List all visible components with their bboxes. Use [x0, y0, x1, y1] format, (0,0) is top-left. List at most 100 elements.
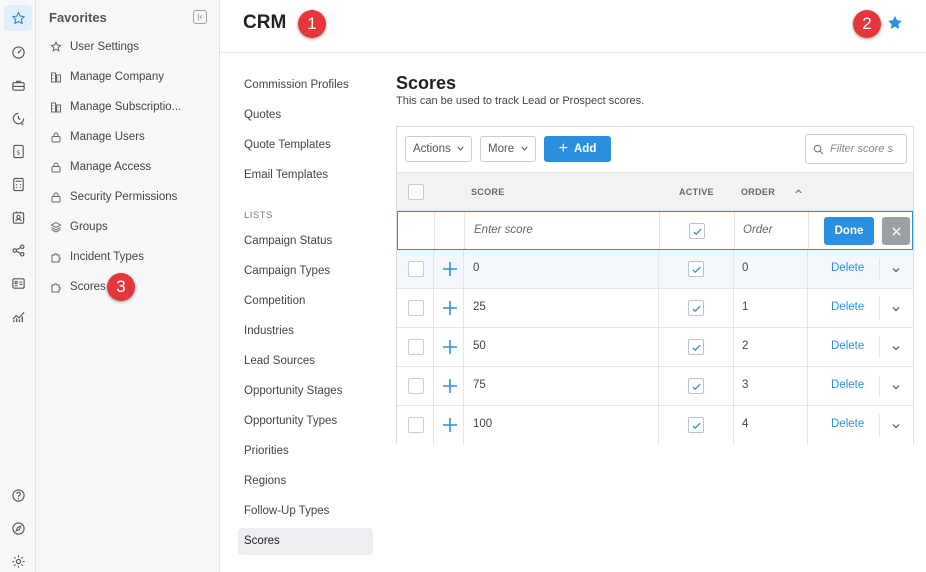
nav-regions[interactable]: Regions	[244, 474, 286, 488]
id-card-icon[interactable]	[4, 270, 32, 296]
row-checkbox[interactable]	[408, 378, 424, 394]
row-checkbox[interactable]	[408, 300, 424, 316]
table-row[interactable]: 75 3 Delete	[397, 367, 913, 406]
help-icon[interactable]	[4, 482, 32, 508]
col-order[interactable]: ORDER	[741, 187, 775, 197]
drag-handle-icon[interactable]	[442, 417, 458, 433]
drag-handle-icon[interactable]	[442, 261, 458, 277]
fav-item-incident-types[interactable]: Incident Types	[50, 247, 144, 267]
order-input[interactable]: Order	[743, 224, 772, 236]
active-checkbox[interactable]	[688, 378, 704, 394]
nav-lead-sources[interactable]: Lead Sources	[244, 354, 315, 368]
fav-item-security-permissions[interactable]: Security Permissions	[50, 187, 177, 207]
nav-email-templates[interactable]: Email Templates	[244, 168, 328, 182]
select-all-checkbox[interactable]	[408, 184, 424, 200]
done-button[interactable]: Done	[824, 217, 874, 245]
active-checkbox[interactable]	[689, 223, 705, 239]
contact-card-icon[interactable]	[4, 204, 32, 230]
row-checkbox[interactable]	[408, 417, 424, 433]
table-row[interactable]: 25 1 Delete	[397, 289, 913, 328]
nav-campaign-types[interactable]: Campaign Types	[244, 264, 330, 278]
filter-input[interactable]: Filter score s	[805, 134, 907, 164]
fav-item-label: Manage Users	[70, 131, 145, 143]
content-subtitle: This can be used to track Lead or Prospe…	[396, 95, 645, 107]
calculator-icon[interactable]	[4, 171, 32, 197]
active-checkbox[interactable]	[688, 339, 704, 355]
fav-item-user-settings[interactable]: User Settings	[50, 37, 139, 57]
cancel-button[interactable]	[882, 217, 910, 245]
fav-item-groups[interactable]: Groups	[50, 217, 108, 237]
compass-icon[interactable]	[4, 515, 32, 541]
drag-handle-icon[interactable]	[442, 339, 458, 355]
invoice-icon[interactable]: $	[4, 138, 32, 164]
puzzle-icon	[50, 281, 62, 293]
order-cell: 2	[742, 340, 749, 352]
chevron-down-icon[interactable]	[891, 343, 901, 353]
chevron-down-icon[interactable]	[891, 382, 901, 392]
delete-link[interactable]: Delete	[831, 301, 864, 313]
col-score[interactable]: SCORE	[471, 187, 505, 197]
delete-link[interactable]: Delete	[831, 340, 864, 352]
nav-follow-up-types[interactable]: Follow-Up Types	[244, 504, 329, 518]
settings-gear-icon[interactable]	[4, 548, 32, 572]
nav-opportunity-types[interactable]: Opportunity Types	[244, 414, 337, 428]
row-checkbox[interactable]	[408, 339, 424, 355]
delete-link[interactable]: Delete	[831, 262, 864, 274]
active-checkbox[interactable]	[688, 261, 704, 277]
lock-icon	[50, 161, 62, 173]
add-button[interactable]: + Add	[544, 136, 611, 162]
search-icon	[813, 144, 824, 155]
plus-icon: +	[558, 140, 568, 157]
scores-grid: Actions More + Add Filter score s SCORE …	[396, 126, 914, 445]
dashboard-icon[interactable]	[4, 39, 32, 65]
fav-item-manage-access[interactable]: Manage Access	[50, 157, 151, 177]
table-row[interactable]: 0 0 Delete	[397, 250, 913, 289]
briefcase-icon[interactable]	[4, 72, 32, 98]
nav-campaign-status[interactable]: Campaign Status	[244, 234, 332, 248]
nav-competition[interactable]: Competition	[244, 294, 305, 308]
nav-commission-profiles[interactable]: Commission Profiles	[244, 78, 349, 92]
row-checkbox[interactable]	[408, 261, 424, 277]
more-dropdown[interactable]: More	[480, 136, 536, 162]
order-cell: 3	[742, 379, 749, 391]
share-network-icon[interactable]	[4, 237, 32, 263]
order-cell: 4	[742, 418, 749, 430]
table-row[interactable]: 100 4 Delete	[397, 406, 913, 445]
add-label: Add	[573, 143, 597, 155]
chevron-down-icon[interactable]	[891, 265, 901, 275]
col-active[interactable]: ACTIVE	[679, 187, 714, 197]
nav-priorities[interactable]: Priorities	[244, 444, 289, 458]
fav-item-manage-company[interactable]: Manage Company	[50, 67, 164, 87]
page-title: CRM	[243, 12, 287, 33]
drag-handle-icon[interactable]	[442, 378, 458, 394]
sort-asc-icon[interactable]	[794, 187, 803, 196]
actions-dropdown[interactable]: Actions	[405, 136, 472, 162]
chevron-down-icon[interactable]	[891, 421, 901, 431]
score-input[interactable]: Enter score	[474, 224, 533, 236]
nav-section-lists: LISTS	[244, 210, 273, 221]
fav-item-label: Manage Subscriptio...	[70, 101, 182, 113]
active-checkbox[interactable]	[688, 417, 704, 433]
analytics-icon[interactable]	[4, 303, 32, 329]
nav-scores[interactable]: Scores	[244, 534, 280, 548]
nav-opportunity-stages[interactable]: Opportunity Stages	[244, 384, 342, 398]
drag-handle-icon[interactable]	[442, 300, 458, 316]
fav-item-label: Manage Company	[70, 71, 164, 83]
delete-link[interactable]: Delete	[831, 379, 864, 391]
delete-link[interactable]: Delete	[831, 418, 864, 430]
fav-item-scores[interactable]: Scores	[50, 277, 106, 297]
table-row[interactable]: 50 2 Delete	[397, 328, 913, 367]
favorites-star-icon[interactable]	[4, 5, 32, 31]
time-money-icon[interactable]: $	[4, 105, 32, 131]
collapse-panel-icon[interactable]	[193, 10, 207, 24]
chevron-down-icon[interactable]	[891, 304, 901, 314]
favorite-star-icon[interactable]	[887, 15, 903, 31]
nav-quotes[interactable]: Quotes	[244, 108, 281, 122]
active-checkbox[interactable]	[688, 300, 704, 316]
favorites-title: Favorites	[49, 10, 107, 25]
nav-industries[interactable]: Industries	[244, 324, 294, 338]
nav-quote-templates[interactable]: Quote Templates	[244, 138, 331, 152]
fav-item-manage-users[interactable]: Manage Users	[50, 127, 145, 147]
fav-item-manage-subscription[interactable]: Manage Subscriptio...	[50, 97, 181, 117]
callout-badge-2: 2	[853, 10, 881, 38]
